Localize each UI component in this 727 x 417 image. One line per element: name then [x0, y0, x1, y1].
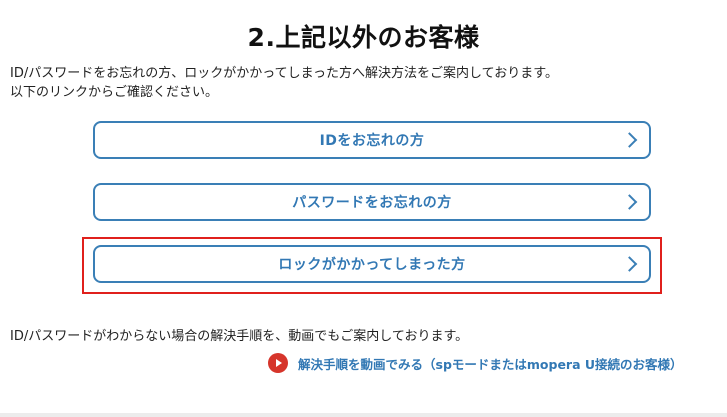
forgot-password-button[interactable]: パスワードをお忘れの方 — [93, 183, 651, 221]
account-locked-button[interactable]: ロックがかかってしまった方 — [93, 245, 651, 283]
bottom-divider — [0, 413, 727, 417]
forgot-id-button[interactable]: IDをお忘れの方 — [93, 121, 651, 159]
play-circle-icon — [268, 353, 288, 373]
forgot-id-label: IDをお忘れの方 — [319, 133, 425, 149]
intro-line-2: 以下のリンクからご確認ください。 — [10, 85, 219, 100]
forgot-password-label: パスワードをお忘れの方 — [292, 195, 452, 211]
chevron-right-icon — [621, 194, 638, 210]
watch-video-link[interactable]: 解決手順を動画でみる（spモードまたはmopera U接続のお客様） — [268, 353, 683, 373]
watch-video-label: 解決手順を動画でみる（spモードまたはmopera U接続のお客様） — [298, 356, 683, 372]
intro-line-1: ID/パスワードをお忘れの方、ロックがかかってしまった方へ解決方法をご案内してお… — [10, 66, 558, 81]
video-note-text: ID/パスワードがわからない場合の解決手順を、動画でもご案内しております。 — [10, 329, 469, 344]
intro-text: ID/パスワードをお忘れの方、ロックがかかってしまった方へ解決方法をご案内してお… — [10, 64, 710, 102]
chevron-right-icon — [621, 256, 638, 272]
page-title: 2.上記以外のお客様 — [247, 23, 480, 52]
account-locked-label: ロックがかかってしまった方 — [278, 257, 466, 273]
chevron-right-icon — [621, 132, 638, 148]
